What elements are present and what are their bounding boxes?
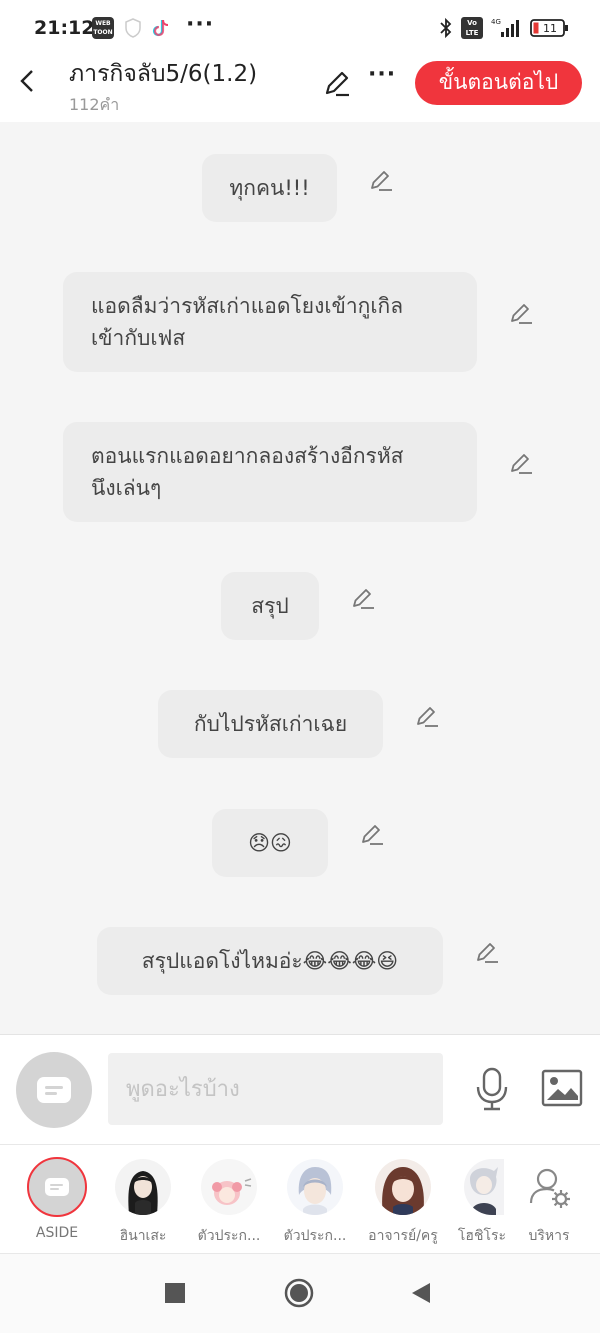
page-title: ภารกิจลับ5/6(1.2) — [69, 61, 258, 87]
character-aside[interactable]: ASIDE — [18, 1157, 96, 1249]
chat-icon — [37, 1077, 71, 1103]
recents-button[interactable] — [165, 1283, 185, 1303]
home-button[interactable] — [284, 1278, 314, 1308]
bluetooth-icon — [440, 17, 452, 39]
character-label: อาจารย์/ครู — [368, 1228, 438, 1244]
avatar — [115, 1159, 171, 1215]
edit-icon[interactable] — [508, 300, 534, 326]
notification-more-icon: ··· — [186, 12, 215, 37]
edit-icon[interactable] — [368, 167, 394, 193]
tiktok-icon — [152, 19, 169, 37]
message-bubble[interactable]: สรุปแอดโง่ไหมอ่ะ😂😂😂😆 — [97, 927, 443, 995]
edit-icon[interactable] — [508, 450, 534, 476]
character-item[interactable]: ตัวประก... — [276, 1159, 354, 1249]
system-back-button[interactable] — [410, 1281, 432, 1305]
edit-title-icon[interactable] — [322, 68, 352, 98]
word-count: 112คำ — [69, 95, 120, 114]
message-bubble[interactable]: ตอนแรกแอดอยากลองสร้างอีกรหัส นึงเล่นๆ — [63, 422, 477, 522]
edit-icon[interactable] — [414, 703, 440, 729]
message-bubble[interactable]: ทุกคน!!! — [202, 154, 337, 222]
avatar — [201, 1159, 257, 1215]
header: ภารกิจลับ5/6(1.2) 112คำ ··· ขั้นตอนต่อไป — [0, 56, 600, 122]
message-input[interactable] — [108, 1053, 443, 1125]
status-bar: 21:12 WEB TOON ··· Vo LTE 4G 11 — [0, 0, 600, 56]
manage-characters-icon — [529, 1168, 570, 1208]
character-label: บริหาร — [528, 1228, 570, 1244]
message-bubble[interactable]: 😞😖 — [212, 809, 328, 877]
message-bubble[interactable]: แอดลืมว่ารหัสเก่าแอดโยงเข้ากูเกิล เข้ากั… — [63, 272, 477, 372]
edit-icon[interactable] — [474, 939, 500, 965]
battery-level: 11 — [543, 22, 557, 35]
character-label: โฮชิโระ — [457, 1228, 506, 1244]
volte-icon: Vo LTE — [461, 17, 483, 39]
edit-icon[interactable] — [350, 585, 376, 611]
avatar — [464, 1159, 504, 1215]
character-label: ตัวประก... — [197, 1228, 261, 1244]
message-bubble[interactable]: สรุป — [221, 572, 319, 640]
chat-area[interactable]: ทุกคน!!! แอดลืมว่ารหัสเก่าแอดโยงเข้ากูเก… — [0, 122, 600, 1034]
aside-avatar — [27, 1157, 87, 1217]
status-time: 21:12 — [34, 17, 95, 39]
aside-toggle-button[interactable] — [16, 1052, 92, 1128]
system-nav-bar — [0, 1254, 600, 1333]
chat-icon — [45, 1178, 69, 1196]
character-bar: ASIDE ฮินาเสะ ตัวประก... ตัวประก... อาจา… — [0, 1144, 600, 1254]
manage-characters-button[interactable]: บริหาร — [510, 1159, 588, 1249]
edit-icon[interactable] — [359, 821, 385, 847]
network-type: 4G — [491, 18, 501, 26]
composer — [0, 1034, 600, 1144]
battery-icon: 11 — [530, 19, 568, 37]
image-icon[interactable] — [541, 1069, 583, 1107]
character-item[interactable]: อาจารย์/ครู — [364, 1159, 442, 1249]
webtoon-app-icon: WEB TOON — [92, 17, 114, 39]
character-item[interactable]: โฮชิโระ — [446, 1159, 506, 1249]
mic-icon[interactable] — [474, 1067, 510, 1111]
character-item[interactable]: ฮินาเสะ — [104, 1159, 182, 1249]
character-item[interactable]: ตัวประก... — [190, 1159, 268, 1249]
character-label: ตัวประก... — [283, 1228, 347, 1244]
character-label: ASIDE — [35, 1225, 79, 1241]
shield-icon — [125, 18, 141, 38]
more-icon[interactable]: ··· — [368, 62, 396, 87]
message-bubble[interactable]: กับไปรหัสเก่าเฉย — [158, 690, 383, 758]
back-icon[interactable] — [16, 68, 40, 94]
character-label: ฮินาเสะ — [119, 1228, 167, 1244]
avatar — [287, 1159, 343, 1215]
next-step-button[interactable]: ขั้นตอนต่อไป — [415, 61, 582, 105]
signal-icon: 4G — [491, 18, 519, 37]
avatar — [375, 1159, 431, 1215]
